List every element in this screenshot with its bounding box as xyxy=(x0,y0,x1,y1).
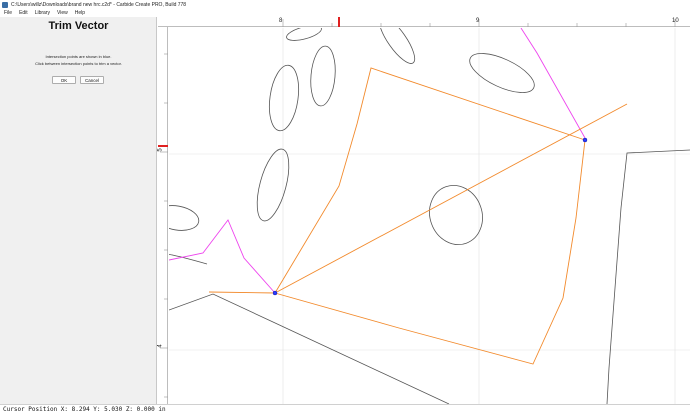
menu-file[interactable]: File xyxy=(4,10,12,16)
vector-ellipse[interactable] xyxy=(308,45,337,107)
vector-ellipse[interactable] xyxy=(251,146,295,224)
left-ruler: 5 4 xyxy=(158,27,168,404)
app-icon xyxy=(2,1,8,8)
window-title: C:\Users\willz\Downloads\brand new hrc.c… xyxy=(11,1,187,8)
instruction-line-1: Intersection points are shown in blue. xyxy=(45,54,112,59)
instruction-line-2: Click between intersection points to tri… xyxy=(35,61,122,66)
design-canvas[interactable] xyxy=(169,28,690,404)
cursor-position: Cursor Position X: 8.294 Y: 5.030 Z: 0.0… xyxy=(3,406,166,413)
status-bar: Cursor Position X: 8.294 Y: 5.030 Z: 0.0… xyxy=(0,404,690,414)
menu-edit[interactable]: Edit xyxy=(19,10,28,16)
ruler-cursor-marker-y xyxy=(158,145,168,147)
top-ruler-ticks xyxy=(282,17,676,27)
vector-ellipse[interactable] xyxy=(421,178,490,252)
selected-vector[interactable] xyxy=(274,103,628,294)
vector-ellipse[interactable] xyxy=(169,202,201,233)
menu-view[interactable]: View xyxy=(57,10,68,16)
vector-path[interactable] xyxy=(606,149,690,404)
intersection-point[interactable] xyxy=(582,137,588,143)
trim-preview-segment xyxy=(169,219,276,294)
ok-button[interactable]: OK xyxy=(52,76,76,84)
vector-path[interactable] xyxy=(169,293,450,404)
ruler-label-9: 9 xyxy=(476,18,480,24)
ruler-label-5: 5 xyxy=(157,148,164,152)
canvas-drawing[interactable] xyxy=(169,28,690,404)
menu-help[interactable]: Help xyxy=(75,10,85,16)
ruler-label-10: 10 xyxy=(672,18,679,24)
vector-ellipse[interactable] xyxy=(464,46,539,101)
menu-library[interactable]: Library xyxy=(35,10,50,16)
intersection-point[interactable] xyxy=(272,290,278,296)
top-ruler: 8 9 10 xyxy=(158,17,690,27)
trim-vector-panel: Trim Vector Intersection points are show… xyxy=(0,17,157,404)
ruler-label-8: 8 xyxy=(279,18,283,24)
cancel-button[interactable]: Cancel xyxy=(80,76,104,84)
vector-ellipse[interactable] xyxy=(266,63,303,132)
title-bar: C:\Users\willz\Downloads\brand new hrc.c… xyxy=(0,0,690,9)
panel-title: Trim Vector xyxy=(48,20,109,32)
vector-ellipse[interactable] xyxy=(374,28,421,68)
ruler-cursor-marker-x xyxy=(338,17,340,27)
menu-bar: File Edit Library View Help xyxy=(0,9,690,17)
selected-vector[interactable] xyxy=(208,291,276,294)
vector-ellipse[interactable] xyxy=(285,28,323,43)
ruler-label-4: 4 xyxy=(157,344,164,348)
